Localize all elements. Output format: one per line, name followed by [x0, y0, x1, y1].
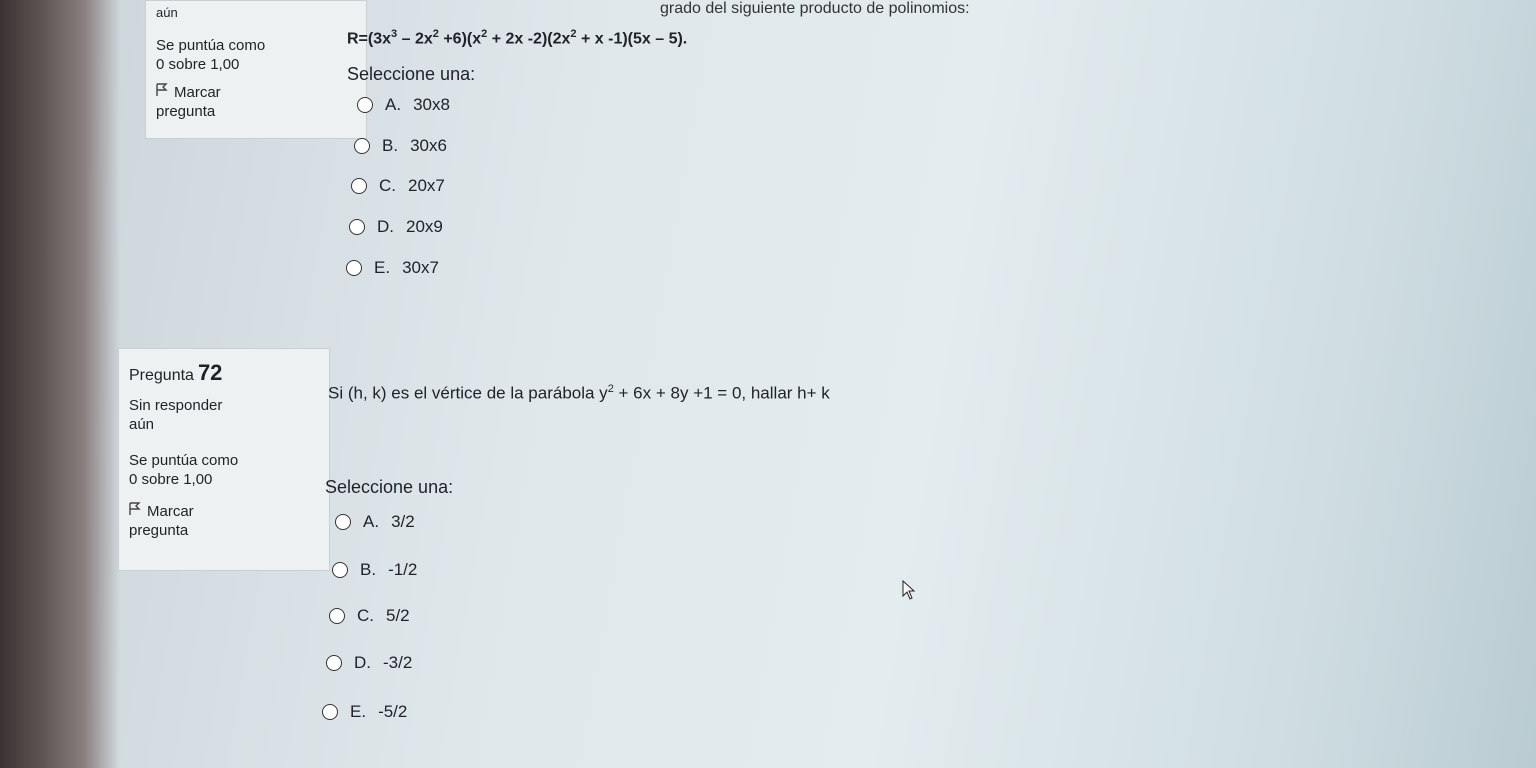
flag-label: Marcar	[174, 83, 221, 101]
flag-label-2: pregunta	[156, 103, 216, 121]
q71-option-c[interactable]: C. 20x7	[351, 176, 445, 196]
score-value: 0 sobre 1,00	[156, 56, 240, 74]
radio-button[interactable]	[351, 178, 367, 194]
score-label: Se puntúa como	[129, 451, 239, 469]
select-one-label: Seleccione una:	[325, 477, 454, 497]
status-text: aún	[156, 5, 178, 20]
q71-option-a[interactable]: A. 30x8	[357, 95, 450, 115]
q72-option-e[interactable]: E. -5/2	[322, 702, 407, 722]
radio-button[interactable]	[329, 608, 345, 624]
question-71-header: grado del siguiente producto de polinomi…	[660, 0, 970, 17]
radio-button[interactable]	[357, 97, 373, 113]
q71-option-b[interactable]: B. 30x6	[354, 136, 447, 156]
quiz-page: aún Se puntúa como 0 sobre 1,00 Marcar p…	[60, 0, 1536, 768]
q72-option-a[interactable]: A. 3/2	[335, 512, 415, 532]
q71-option-d[interactable]: D. 20x9	[349, 217, 443, 237]
question-72-info: Pregunta 72 Sin responder aún Se puntúa c…	[118, 348, 330, 571]
q72-option-d[interactable]: D. -3/2	[326, 653, 412, 673]
q72-option-b[interactable]: B. -1/2	[332, 560, 417, 580]
radio-button[interactable]	[349, 219, 365, 235]
flag-question-button[interactable]: Marcar	[129, 501, 319, 522]
flag-question-button[interactable]: Marcar	[156, 83, 356, 103]
flag-label: Marcar	[147, 502, 194, 520]
question-71-info: aún Se puntúa como 0 sobre 1,00 Marcar p…	[145, 0, 367, 139]
q71-option-e[interactable]: E. 30x7	[346, 258, 439, 278]
radio-button[interactable]	[322, 704, 338, 720]
radio-button[interactable]	[354, 138, 370, 154]
status-text-2: aún	[129, 416, 155, 434]
mouse-cursor-icon	[902, 579, 916, 605]
radio-button[interactable]	[326, 655, 342, 671]
polynomial-expression: R=(3x3 – 2x2 +6)(x2 + 2x -2)(2x2 + x -1)…	[347, 28, 688, 48]
question-72-statement: Si (h, k) es el vértice de la parábola y…	[328, 383, 830, 403]
radio-button[interactable]	[335, 514, 351, 530]
radio-button[interactable]	[332, 562, 348, 578]
flag-icon	[129, 501, 141, 522]
score-label: Se puntúa como	[156, 36, 266, 54]
q72-option-c[interactable]: C. 5/2	[329, 606, 410, 626]
status-text: Sin responder	[129, 396, 223, 414]
flag-label-2: pregunta	[129, 522, 189, 540]
score-value: 0 sobre 1,00	[129, 471, 213, 489]
question-title: Pregunta 72	[129, 360, 223, 385]
radio-button[interactable]	[346, 260, 362, 276]
select-one-label: Seleccione una:	[347, 64, 476, 84]
flag-icon	[156, 83, 168, 103]
